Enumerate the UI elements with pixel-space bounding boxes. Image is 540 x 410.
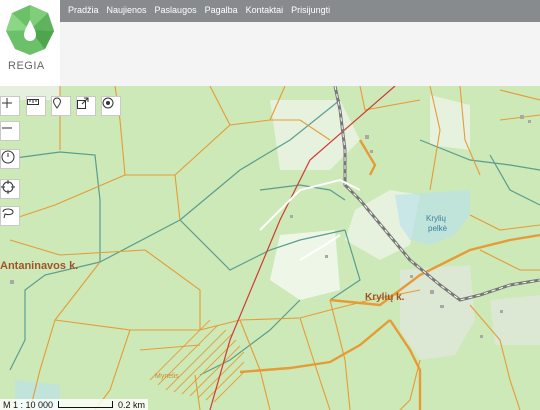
zoom-in-icon xyxy=(2,98,12,108)
zoom-out-button[interactable] xyxy=(0,121,20,141)
scale-bar-line xyxy=(58,401,114,408)
location-tool-button[interactable] xyxy=(101,96,121,116)
lasso-icon xyxy=(2,208,14,219)
scale-bar-text: 0.2 km xyxy=(118,399,146,410)
export-icon xyxy=(77,97,89,109)
top-nav: Pradžia Naujienos Paslaugos Pagalba Kont… xyxy=(0,0,540,22)
location-icon xyxy=(102,97,114,109)
scale-bar: M 1 : 10 000 0.2 km xyxy=(0,399,149,410)
nav-kontaktai[interactable]: Kontaktai xyxy=(246,5,284,15)
marker-tool-button[interactable] xyxy=(51,96,71,116)
map-canvas[interactable]: Antaninavos k. Krylių pelkė Krylių k. My… xyxy=(0,86,540,410)
export-tool-button[interactable] xyxy=(76,96,96,116)
logo[interactable]: REGIA xyxy=(0,0,60,86)
map-label-kryliu-pelke-1: Krylių xyxy=(426,214,447,223)
lasso-button[interactable] xyxy=(0,206,20,226)
target-icon xyxy=(1,180,15,194)
history-button[interactable] xyxy=(0,149,20,169)
logo-text: REGIA xyxy=(8,60,45,72)
target-button[interactable] xyxy=(0,179,20,199)
zoom-in-button[interactable] xyxy=(0,96,20,116)
measure-tool-button[interactable] xyxy=(26,96,46,116)
nav-paslaugos[interactable]: Paslaugos xyxy=(155,5,197,15)
map-label-kryliu-k: Krylių k. xyxy=(365,292,405,303)
nav-pagalba[interactable]: Pagalba xyxy=(205,5,238,15)
scale-text: M 1 : 10 000 xyxy=(3,399,54,410)
header: Pradžia Naujienos Paslaugos Pagalba Kont… xyxy=(0,0,540,86)
map-label-antaninavos: Antaninavos k. xyxy=(0,260,79,272)
logo-icon xyxy=(6,5,54,55)
marker-icon xyxy=(52,97,62,109)
zoom-out-icon xyxy=(2,127,12,129)
history-icon xyxy=(1,150,15,164)
nav-prisijungti[interactable]: Prisijungti xyxy=(291,5,330,15)
nav-pradzia[interactable]: Pradžia xyxy=(68,5,99,15)
measure-icon xyxy=(27,99,39,105)
map-label-lower: Mynelis xyxy=(155,373,179,380)
nav-naujienos[interactable]: Naujienos xyxy=(107,5,147,15)
map-layer xyxy=(0,86,540,410)
map-label-kryliu-pelke-2: pelkė xyxy=(428,224,448,233)
